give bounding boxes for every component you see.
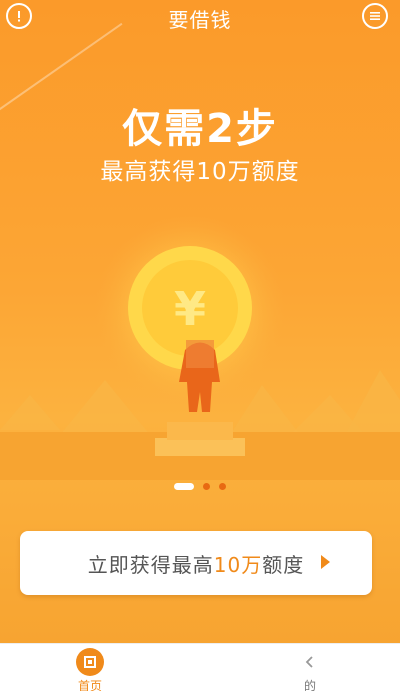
hero-subtitle: 最高获得10万额度 xyxy=(100,159,300,185)
mountain-shape xyxy=(230,385,300,435)
mountain-shape xyxy=(0,395,60,430)
bottom-tab-bar: 首页 的 xyxy=(0,643,400,691)
podium-base xyxy=(155,438,245,456)
carousel-indicator xyxy=(0,481,400,491)
app-header: 要借钱 xyxy=(0,0,400,34)
carousel-dot[interactable] xyxy=(219,482,226,490)
main-screen: 要借钱 仅需2步 最高获得10万额度 ¥ 立即获得最高10万额度 xyxy=(0,0,400,643)
apply-amount: 10万 xyxy=(213,552,263,577)
page-title: 要借钱 xyxy=(168,8,232,32)
mountain-shape xyxy=(345,370,400,435)
hero-illustration: ¥ xyxy=(0,215,400,480)
hero-title: 仅需2步 xyxy=(122,106,278,152)
podium-top xyxy=(167,422,233,440)
chevron-right-icon xyxy=(321,555,330,569)
carousel-dot[interactable] xyxy=(203,482,210,490)
message-icon[interactable] xyxy=(362,3,388,29)
user-icon xyxy=(296,648,324,676)
home-icon xyxy=(76,648,104,676)
tab-home-label: 首页 xyxy=(77,679,102,691)
apply-button-label: 立即获得最高10万额度 xyxy=(87,552,305,577)
carousel-dot-active[interactable] xyxy=(174,482,194,490)
apply-button[interactable]: 立即获得最高10万额度 xyxy=(20,531,372,595)
tab-home[interactable]: 首页 xyxy=(50,648,130,691)
tab-mine-label: 的 xyxy=(303,679,316,691)
tab-mine[interactable]: 的 xyxy=(270,648,350,691)
yen-symbol: ¥ xyxy=(174,282,206,336)
mascot-head xyxy=(186,340,214,368)
